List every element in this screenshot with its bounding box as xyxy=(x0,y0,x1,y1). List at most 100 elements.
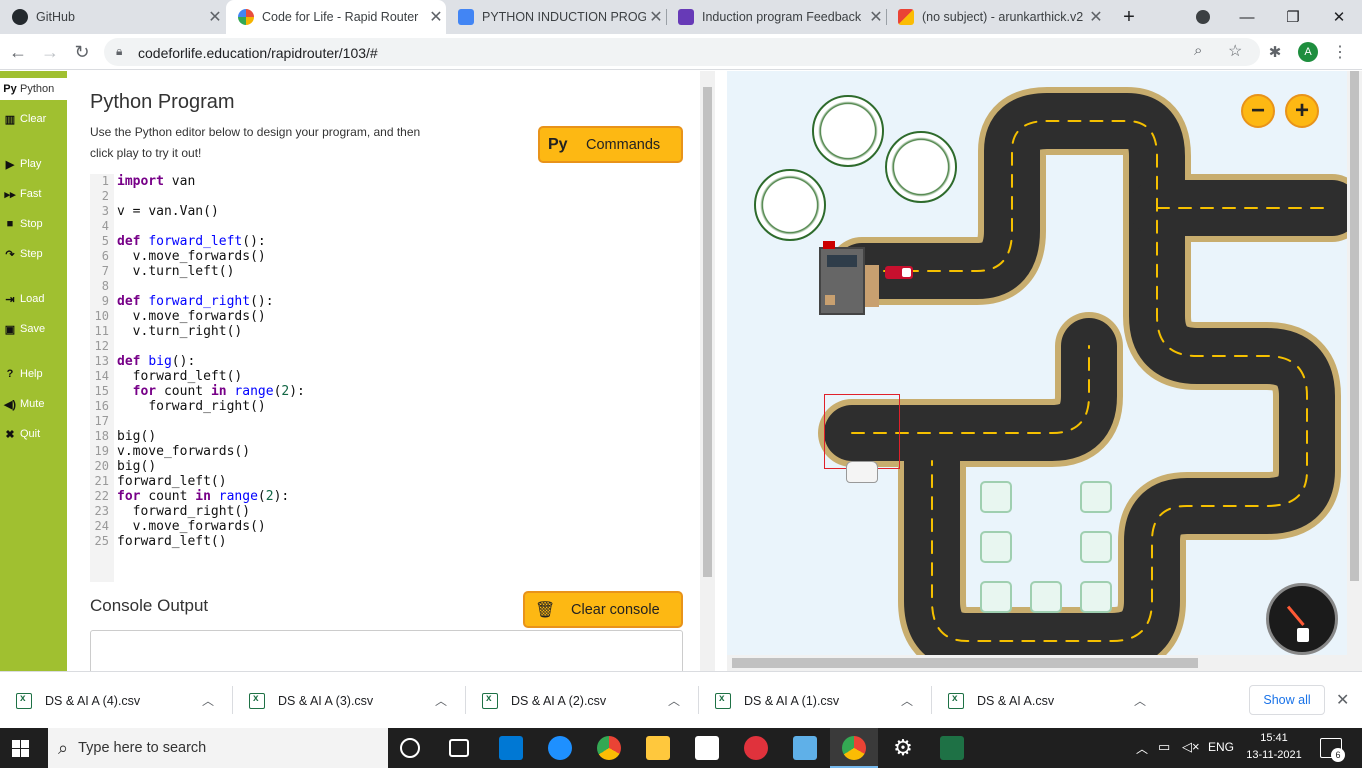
zoom-icon[interactable]: ⌕ xyxy=(1194,42,1202,59)
chevron-up-icon[interactable]: ︿ xyxy=(1134,692,1146,709)
sidebar-item-load[interactable]: ⇥ Load xyxy=(0,287,67,311)
chevron-up-icon[interactable]: ︿ xyxy=(901,692,913,709)
download-item[interactable]: DS & AI A (3).csv ︿ xyxy=(233,672,465,729)
chevron-up-icon[interactable]: ︿ xyxy=(668,692,680,709)
cortana-icon[interactable] xyxy=(400,738,420,758)
step-icon: ↷ xyxy=(5,248,15,261)
edge-icon[interactable] xyxy=(548,736,572,760)
clear-icon: ▥ xyxy=(4,113,16,126)
download-item[interactable]: DS & AI A (1).csv ︿ xyxy=(699,672,931,729)
chrome-active-taskbar-item[interactable] xyxy=(830,728,878,768)
file-explorer-icon[interactable] xyxy=(646,736,670,760)
excel-file-icon xyxy=(249,692,265,709)
scrollbar-thumb[interactable] xyxy=(732,658,1198,668)
scrollbar-thumb[interactable] xyxy=(1350,71,1359,581)
stop-icon: ■ xyxy=(6,218,14,230)
tab-gmail[interactable]: (no subject) - arunkarthick.v2 ✕ xyxy=(886,0,1106,34)
forms-icon xyxy=(678,9,694,25)
close-icon[interactable]: ✕ xyxy=(866,7,886,27)
close-icon[interactable]: ✕ xyxy=(426,7,446,27)
app-icon[interactable] xyxy=(744,736,768,760)
sidebar-item-mute[interactable]: ◀) Mute xyxy=(0,392,67,416)
game-horizontal-scrollbar[interactable] xyxy=(727,655,1347,671)
windows-start-icon[interactable] xyxy=(12,740,29,757)
close-downloads-icon[interactable]: ✕ xyxy=(1336,690,1349,710)
line-number: 20 xyxy=(94,459,109,473)
extensions-icon[interactable]: ✱ xyxy=(1261,38,1289,66)
show-all-button[interactable]: Show all xyxy=(1249,685,1325,715)
sidebar-item-clear[interactable]: ▥ Clear xyxy=(0,107,67,131)
chevron-up-icon[interactable]: ︿ xyxy=(1136,740,1148,757)
excel-icon[interactable] xyxy=(940,736,964,760)
tab-rapid-router[interactable]: Code for Life - Rapid Router ✕ xyxy=(226,0,446,34)
excel-file-icon xyxy=(948,692,964,709)
line-number: 18 xyxy=(94,429,109,443)
code-line: forward_right() xyxy=(148,399,266,414)
sidebar-item-save[interactable]: ▣ Save xyxy=(0,317,67,341)
sidebar-item-python[interactable]: Py Python xyxy=(0,78,67,100)
volume-muted-icon[interactable]: ◁× xyxy=(1182,739,1200,755)
commands-button[interactable]: Py Commands xyxy=(538,126,683,163)
chevron-up-icon[interactable]: ︿ xyxy=(435,692,447,709)
network-icon[interactable]: ▭ xyxy=(1158,739,1170,755)
code-line: forward_left() xyxy=(117,474,227,489)
new-tab-button[interactable]: + xyxy=(1106,0,1152,34)
restore-icon[interactable]: ❐ xyxy=(1270,0,1316,34)
code-editor[interactable]: 1 2 3 4 5 6 7 8 9 10 11 12 13 14 15 16 17 18 19 20 21 22 23 24 2… xyxy=(90,174,680,584)
url-text: codeforlife.education/rapidrouter/103/# xyxy=(138,45,378,61)
sidebar-item-stop[interactable]: ■ Stop xyxy=(0,212,67,236)
close-window-icon[interactable]: ✕ xyxy=(1316,0,1362,34)
tab-python-induction[interactable]: PYTHON INDUCTION PROGR ✕ xyxy=(446,0,666,34)
quit-icon: ✖ xyxy=(5,428,15,441)
code-line: forward_left() xyxy=(117,534,227,549)
chevron-up-icon[interactable]: ︿ xyxy=(202,692,214,709)
sidebar-item-help[interactable]: ? Help xyxy=(0,362,67,386)
sidebar-item-quit[interactable]: ✖ Quit xyxy=(0,422,67,446)
store-icon[interactable] xyxy=(695,736,719,760)
mail-icon[interactable] xyxy=(499,736,523,760)
profile-avatar[interactable]: A xyxy=(1294,38,1322,66)
settings-gear-icon[interactable]: ⚙ xyxy=(891,736,915,760)
chrome-icon[interactable] xyxy=(597,736,621,760)
omnibox[interactable]: 🔒︎ codeforlife.education/rapidrouter/103… xyxy=(104,38,1260,66)
download-item[interactable]: DS & AI A (2).csv ︿ xyxy=(466,672,698,729)
line-number: 7 xyxy=(101,264,109,278)
sidebar-item-play[interactable]: ▶ Play xyxy=(0,152,67,176)
close-icon[interactable]: ✕ xyxy=(1086,7,1106,27)
forward-icon[interactable]: → xyxy=(36,38,64,66)
gauge-needle xyxy=(1286,605,1305,626)
game-vertical-scrollbar[interactable] xyxy=(1347,71,1362,671)
bush xyxy=(980,481,1012,513)
download-item[interactable]: DS & AI A (4).csv ︿ xyxy=(0,672,232,729)
zoom-out-button[interactable]: − xyxy=(1241,94,1275,128)
bookmark-star-icon[interactable]: ☆ xyxy=(1228,41,1242,61)
language-indicator[interactable]: ENG xyxy=(1208,740,1234,754)
app-icon[interactable] xyxy=(793,736,817,760)
clock-time[interactable]: 15:41 xyxy=(1244,732,1304,744)
tab-search-icon[interactable] xyxy=(1180,0,1226,34)
notification-icon[interactable]: 6 xyxy=(1320,738,1345,762)
reload-icon[interactable]: ↻ xyxy=(68,38,96,66)
tab-github[interactable]: GitHub ✕ xyxy=(0,0,225,34)
download-item[interactable]: DS & AI A.csv ︿ xyxy=(932,672,1164,729)
back-icon[interactable]: ← xyxy=(4,38,32,66)
clock-date[interactable]: 13-11-2021 xyxy=(1240,749,1308,761)
tab-feedback-form[interactable]: Induction program Feedback ✕ xyxy=(666,0,886,34)
taskbar-search-input[interactable]: ⌕ Type here to search xyxy=(48,728,388,768)
tree xyxy=(754,169,826,241)
close-icon[interactable]: ✕ xyxy=(646,7,666,27)
fuel-pump-icon xyxy=(1297,628,1309,642)
minimize-icon[interactable]: — xyxy=(1224,0,1270,34)
game-map[interactable]: − + xyxy=(727,71,1347,655)
zoom-in-button[interactable]: + xyxy=(1285,94,1319,128)
close-icon[interactable]: ✕ xyxy=(205,7,225,27)
scrollbar-thumb[interactable] xyxy=(703,87,712,577)
chrome-menu-icon[interactable]: ⋮ xyxy=(1326,38,1354,66)
sidebar-item-fast[interactable]: ▸▸ Fast xyxy=(0,182,67,206)
task-view-icon[interactable] xyxy=(449,739,469,757)
program-description: Use the Python editor below to design yo… xyxy=(90,125,421,160)
panel-scrollbar[interactable] xyxy=(700,71,715,671)
sidebar-item-step[interactable]: ↷ Step xyxy=(0,242,67,266)
clear-console-button[interactable]: 🗑︎ Clear console xyxy=(523,591,683,628)
lock-icon: 🔒︎ xyxy=(116,44,123,58)
